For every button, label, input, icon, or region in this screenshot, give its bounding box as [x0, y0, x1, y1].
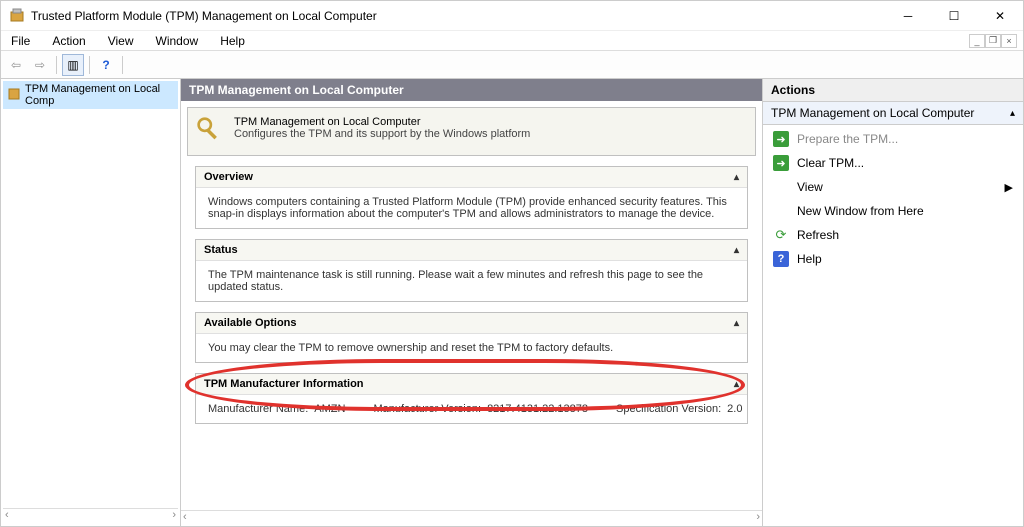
mdi-restore[interactable]: ❐ [985, 34, 1001, 48]
menubar: File Action View Window Help _ ❐ × [1, 31, 1023, 51]
blank-icon [773, 203, 789, 219]
action-refresh[interactable]: ⟳ Refresh [763, 223, 1023, 247]
back-button[interactable]: ⇦ [5, 54, 27, 76]
submenu-arrow-icon: ▶ [1005, 181, 1013, 194]
collapse-icon: ▴ [734, 172, 739, 183]
scroll-right-icon: › [172, 509, 176, 524]
menu-action[interactable]: Action [48, 33, 89, 49]
scroll-right-icon: › [756, 511, 760, 526]
tree-root-item[interactable]: TPM Management on Local Comp [3, 81, 178, 109]
help-button[interactable]: ? [95, 54, 117, 76]
overview-header[interactable]: Overview ▴ [196, 167, 747, 188]
intro-title: TPM Management on Local Computer [234, 116, 530, 128]
collapse-icon: ▴ [1010, 108, 1015, 119]
mdi-close[interactable]: × [1001, 34, 1017, 48]
status-header[interactable]: Status ▴ [196, 240, 747, 261]
arrow-right-icon: ➜ [773, 131, 789, 147]
spec-version-label: Specification Version: [616, 403, 721, 415]
available-options-section: Available Options ▴ You may clear the TP… [195, 312, 748, 363]
tpm-chip-icon [7, 87, 21, 104]
available-options-body: You may clear the TPM to remove ownershi… [196, 334, 747, 362]
status-section: Status ▴ The TPM maintenance task is sti… [195, 239, 748, 302]
maximize-button[interactable]: ☐ [931, 1, 977, 31]
collapse-icon: ▴ [734, 379, 739, 390]
window-title: Trusted Platform Module (TPM) Management… [31, 9, 885, 23]
actions-subheader[interactable]: TPM Management on Local Computer ▴ [763, 102, 1023, 125]
toolbar-separator [56, 56, 57, 74]
toolbar-separator [89, 56, 90, 74]
available-options-label: Available Options [204, 317, 297, 329]
action-help[interactable]: ? Help [763, 247, 1023, 271]
manufacturer-body: Manufacturer Name: AMZN Manufacturer Ver… [196, 395, 747, 423]
menu-window[interactable]: Window [152, 33, 203, 49]
manufacturer-section: TPM Manufacturer Information ▴ Manufactu… [195, 373, 748, 424]
result-pane: TPM Management on Local Computer TPM Man… [181, 79, 763, 526]
help-icon: ? [773, 251, 789, 267]
main-area: TPM Management on Local Comp ‹ › TPM Man… [1, 79, 1023, 526]
collapse-icon: ▴ [734, 318, 739, 329]
actions-pane: Actions TPM Management on Local Computer… [763, 79, 1023, 526]
menu-view[interactable]: View [104, 33, 138, 49]
minimize-button[interactable]: ─ [885, 1, 931, 31]
result-header: TPM Management on Local Computer [181, 79, 762, 101]
menu-help[interactable]: Help [216, 33, 249, 49]
action-label: Clear TPM... [797, 156, 864, 170]
actions-subheader-label: TPM Management on Local Computer [771, 106, 974, 120]
action-label: Prepare the TPM... [797, 132, 898, 146]
intro-banner: TPM Management on Local Computer Configu… [187, 107, 756, 156]
blank-icon [773, 179, 789, 195]
manufacturer-header[interactable]: TPM Manufacturer Information ▴ [196, 374, 747, 395]
toolbar-separator [122, 56, 123, 74]
action-label: View [797, 180, 823, 194]
mfg-name-label: Manufacturer Name: [208, 403, 308, 415]
scroll-left-icon: ‹ [183, 511, 187, 526]
status-body: The TPM maintenance task is still runnin… [196, 261, 747, 301]
menu-file[interactable]: File [7, 33, 34, 49]
scroll-left-icon: ‹ [5, 509, 9, 524]
result-body: TPM Management on Local Computer Configu… [181, 101, 762, 510]
mfg-version-value: 8217.4131.22.13878 [487, 403, 588, 415]
app-icon [9, 8, 25, 24]
refresh-icon: ⟳ [773, 227, 789, 243]
close-button[interactable]: ✕ [977, 1, 1023, 31]
collapse-icon: ▴ [734, 245, 739, 256]
actions-header: Actions [763, 79, 1023, 102]
mfg-name-value: AMZN [314, 403, 345, 415]
available-options-header[interactable]: Available Options ▴ [196, 313, 747, 334]
manufacturer-label: TPM Manufacturer Information [204, 378, 364, 390]
action-prepare-tpm[interactable]: ➜ Prepare the TPM... [763, 127, 1023, 151]
toolbar: ⇦ ⇨ ▥ ? [1, 51, 1023, 79]
action-label: Help [797, 252, 822, 266]
titlebar: Trusted Platform Module (TPM) Management… [1, 1, 1023, 31]
arrow-right-icon: ➜ [773, 155, 789, 171]
center-horizontal-scrollbar[interactable]: ‹ › [181, 510, 762, 526]
key-icon [196, 116, 224, 147]
action-new-window[interactable]: New Window from Here [763, 199, 1023, 223]
action-label: New Window from Here [797, 204, 924, 218]
mfg-version-label: Manufacturer Version: [373, 403, 481, 415]
intro-subtitle: Configures the TPM and its support by th… [234, 128, 530, 140]
tree-horizontal-scrollbar[interactable]: ‹ › [3, 508, 178, 524]
mdi-controls: _ ❐ × [969, 34, 1017, 48]
spec-version-value: 2.0 [727, 403, 742, 415]
tree-pane: TPM Management on Local Comp ‹ › [1, 79, 181, 526]
status-label: Status [204, 244, 238, 256]
overview-body: Windows computers containing a Trusted P… [196, 188, 747, 228]
tree-root-label: TPM Management on Local Comp [25, 83, 174, 107]
overview-label: Overview [204, 171, 253, 183]
action-clear-tpm[interactable]: ➜ Clear TPM... [763, 151, 1023, 175]
action-label: Refresh [797, 228, 839, 242]
intro-text: TPM Management on Local Computer Configu… [234, 116, 530, 147]
overview-section: Overview ▴ Windows computers containing … [195, 166, 748, 229]
forward-button[interactable]: ⇨ [29, 54, 51, 76]
mdi-minimize[interactable]: _ [969, 34, 985, 48]
show-hide-tree-button[interactable]: ▥ [62, 54, 84, 76]
action-view[interactable]: View ▶ [763, 175, 1023, 199]
